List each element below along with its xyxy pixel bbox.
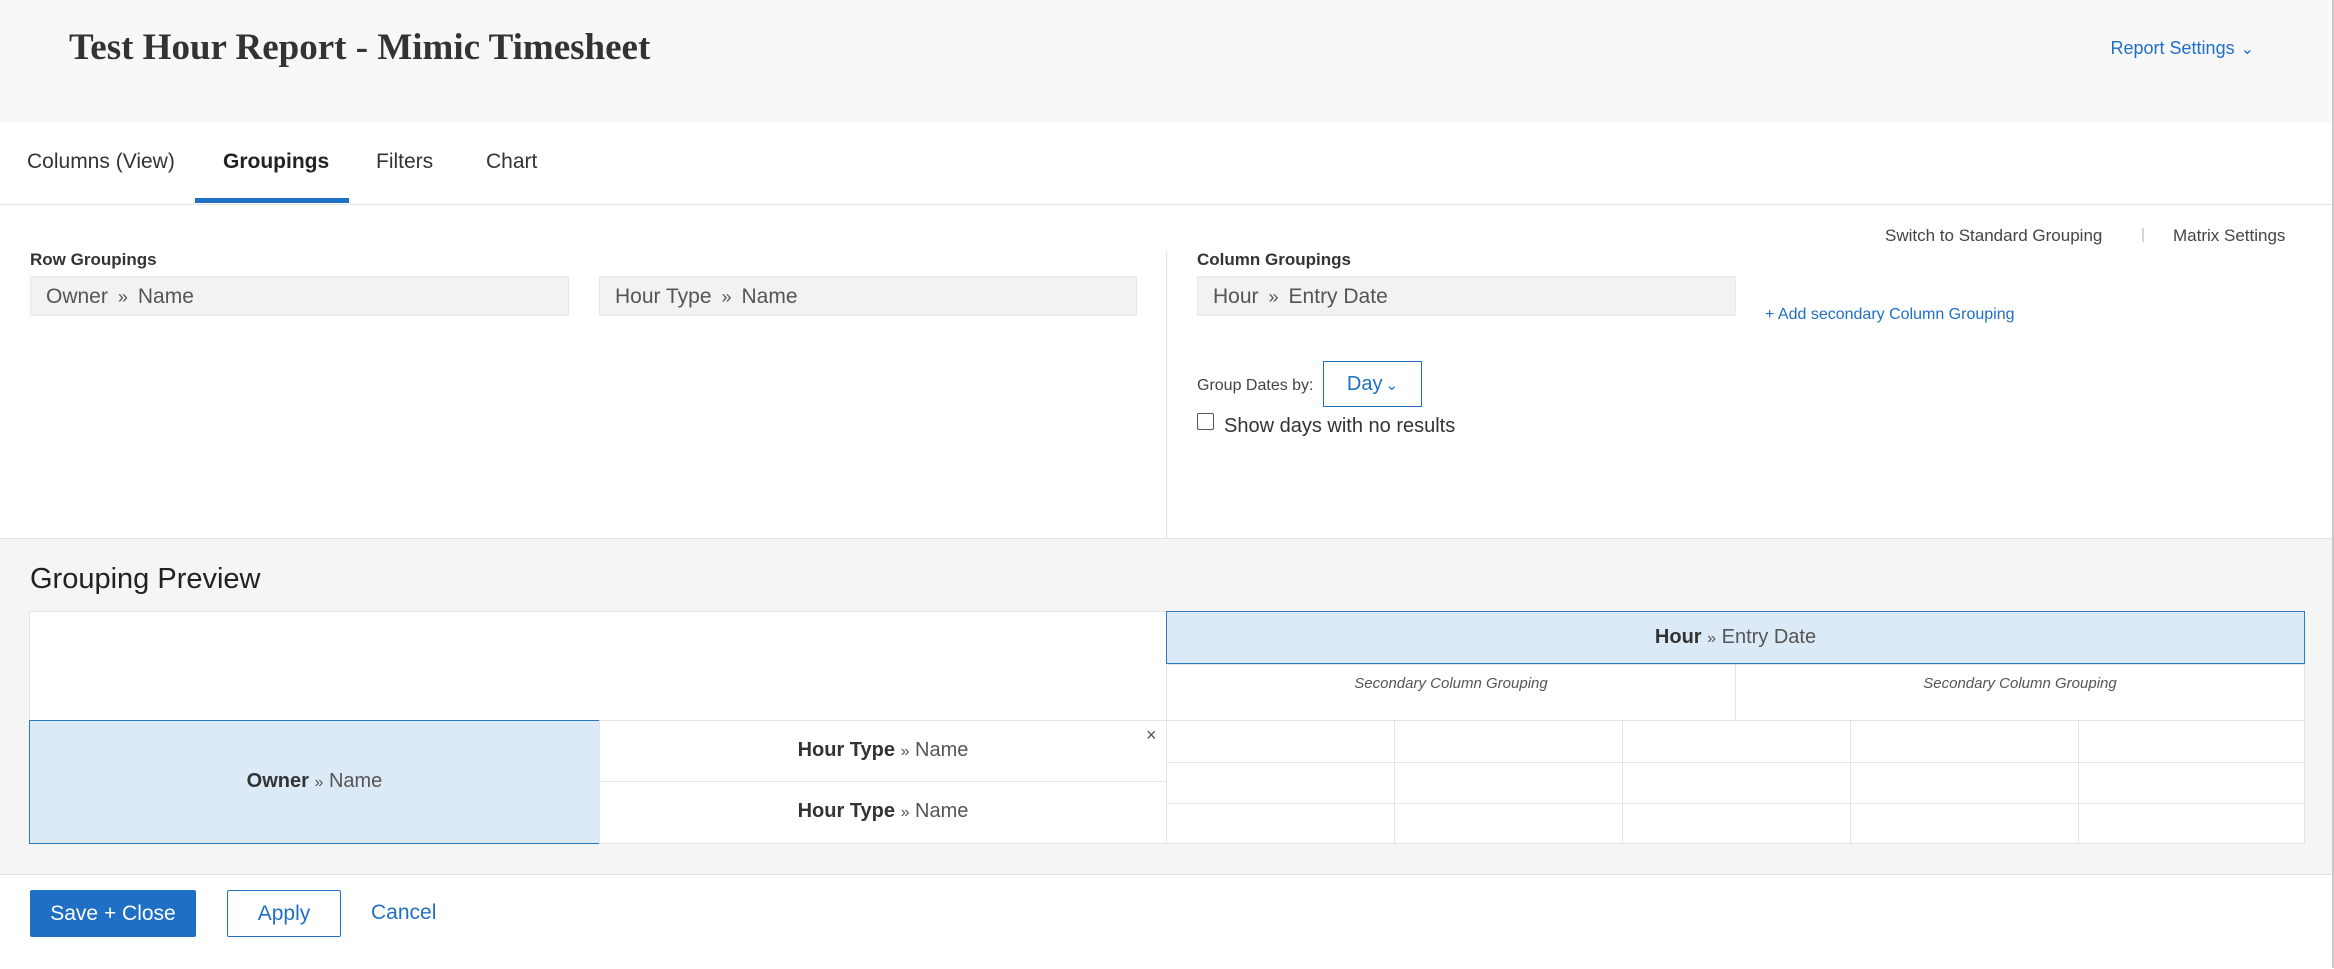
preview-field: Hour Type — [797, 739, 896, 761]
preview-field: Owner — [246, 770, 309, 792]
preview-sub-row-text: Hour Type » Name — [600, 739, 1166, 762]
tab-bar: Columns (View) Groupings Filters Chart — [0, 122, 2334, 205]
preview-sub-row: Hour Type » Name — [599, 781, 1167, 844]
close-icon[interactable]: × — [1146, 725, 1157, 746]
grouping-preview-title: Grouping Preview — [30, 563, 261, 595]
preview-row-header-text: Owner » Name — [30, 770, 599, 793]
row-grouping-owner[interactable]: Owner » Name — [30, 276, 569, 316]
preview-subfield: Name — [915, 800, 969, 822]
tab-groupings[interactable]: Groupings — [223, 150, 329, 174]
show-days-checkbox[interactable] — [1197, 413, 1214, 430]
preview-separator: » — [1707, 630, 1717, 647]
preview-grid-cell — [2078, 720, 2305, 763]
add-secondary-column-grouping-link[interactable]: + Add secondary Column Grouping — [1765, 306, 2014, 324]
column-groupings-label: Column Groupings — [1197, 250, 1351, 269]
tab-chart[interactable]: Chart — [486, 150, 537, 174]
report-header: Test Hour Report - Mimic Timesheet Repor… — [0, 0, 2334, 123]
report-settings-link[interactable]: Report Settings ⌄ — [2111, 38, 2254, 59]
grouping-field: Hour — [1213, 285, 1259, 308]
switch-standard-grouping-link[interactable]: Switch to Standard Grouping — [1885, 226, 2102, 246]
secondary-column-grouping-cell: Secondary Column Grouping — [1166, 664, 1736, 721]
grouping-field: Hour Type — [615, 285, 712, 308]
grouping-field: Owner — [46, 285, 108, 308]
section-divider — [1166, 252, 1167, 538]
active-tab-indicator — [195, 198, 349, 203]
preview-field: Hour Type — [797, 800, 896, 822]
cancel-link[interactable]: Cancel — [371, 901, 436, 925]
tab-columns-view[interactable]: Columns (View) — [27, 150, 175, 174]
preview-grid-cell — [1850, 720, 2079, 763]
preview-grid-cell — [2078, 762, 2305, 804]
preview-subfield: Name — [328, 770, 383, 792]
preview-subfield: Entry Date — [1721, 626, 1817, 648]
report-settings-label: Report Settings — [2110, 38, 2235, 58]
preview-corner-cell — [29, 611, 1167, 721]
page-title: Test Hour Report - Mimic Timesheet — [69, 27, 651, 68]
grouping-subfield: Name — [137, 285, 194, 308]
chevron-down-icon: ⌄ — [2240, 41, 2254, 58]
secondary-column-grouping-label: Secondary Column Grouping — [1354, 675, 1548, 692]
double-chevron-right-icon: » — [721, 287, 732, 307]
preview-sub-row: Hour Type » Name — [599, 720, 1167, 782]
preview-separator: » — [900, 743, 910, 760]
secondary-column-grouping-label: Secondary Column Grouping — [1923, 675, 2117, 692]
preview-sub-row-text: Hour Type » Name — [600, 800, 1166, 823]
preview-grid-cell — [1850, 803, 2079, 844]
preview-grid-cell — [1394, 803, 1623, 844]
show-days-label: Show days with no results — [1224, 415, 1456, 437]
row-groupings-label: Row Groupings — [30, 250, 157, 269]
grouping-subfield: Name — [741, 285, 798, 308]
preview-row-header: Owner » Name — [29, 720, 600, 844]
preview-field: Hour — [1654, 626, 1702, 648]
preview-column-header: Hour » Entry Date — [1166, 611, 2305, 664]
row-grouping-hour-type[interactable]: Hour Type » Name — [599, 276, 1137, 316]
double-chevron-right-icon: » — [117, 287, 128, 307]
preview-separator: » — [900, 804, 910, 821]
grouping-subfield: Entry Date — [1288, 285, 1388, 308]
preview-grid-cell — [1166, 762, 1395, 804]
preview-column-header-text: Hour » Entry Date — [1167, 626, 2304, 649]
chevron-down-icon: ⌄ — [1385, 377, 1399, 394]
group-dates-dropdown[interactable]: Day ⌄ — [1323, 361, 1422, 407]
preview-grid-cell — [1166, 720, 1395, 763]
matrix-settings-link[interactable]: Matrix Settings — [2173, 226, 2285, 246]
preview-separator: » — [314, 774, 324, 791]
group-dates-label: Group Dates by: — [1197, 377, 1314, 394]
preview-grid-cell — [1394, 720, 1623, 763]
double-chevron-right-icon: » — [1268, 287, 1279, 307]
preview-grid-cell — [1622, 762, 1851, 804]
column-grouping-hour[interactable]: Hour » Entry Date — [1197, 276, 1736, 316]
preview-grid-cell — [1850, 762, 2079, 804]
footer-bar — [0, 874, 2334, 969]
link-separator: | — [2141, 226, 2145, 243]
preview-grid-cell — [1622, 803, 1851, 844]
secondary-column-grouping-cell: Secondary Column Grouping — [1735, 664, 2305, 721]
tab-filters[interactable]: Filters — [376, 150, 433, 174]
preview-grid-cell — [2078, 803, 2305, 844]
apply-button[interactable]: Apply — [227, 890, 341, 937]
preview-subfield: Name — [915, 739, 969, 761]
group-dates-value: Day — [1346, 373, 1383, 395]
preview-grid-cell — [1622, 720, 1851, 763]
preview-grid-cell — [1394, 762, 1623, 804]
save-close-button[interactable]: Save + Close — [30, 890, 196, 937]
preview-grid-cell — [1166, 803, 1395, 844]
